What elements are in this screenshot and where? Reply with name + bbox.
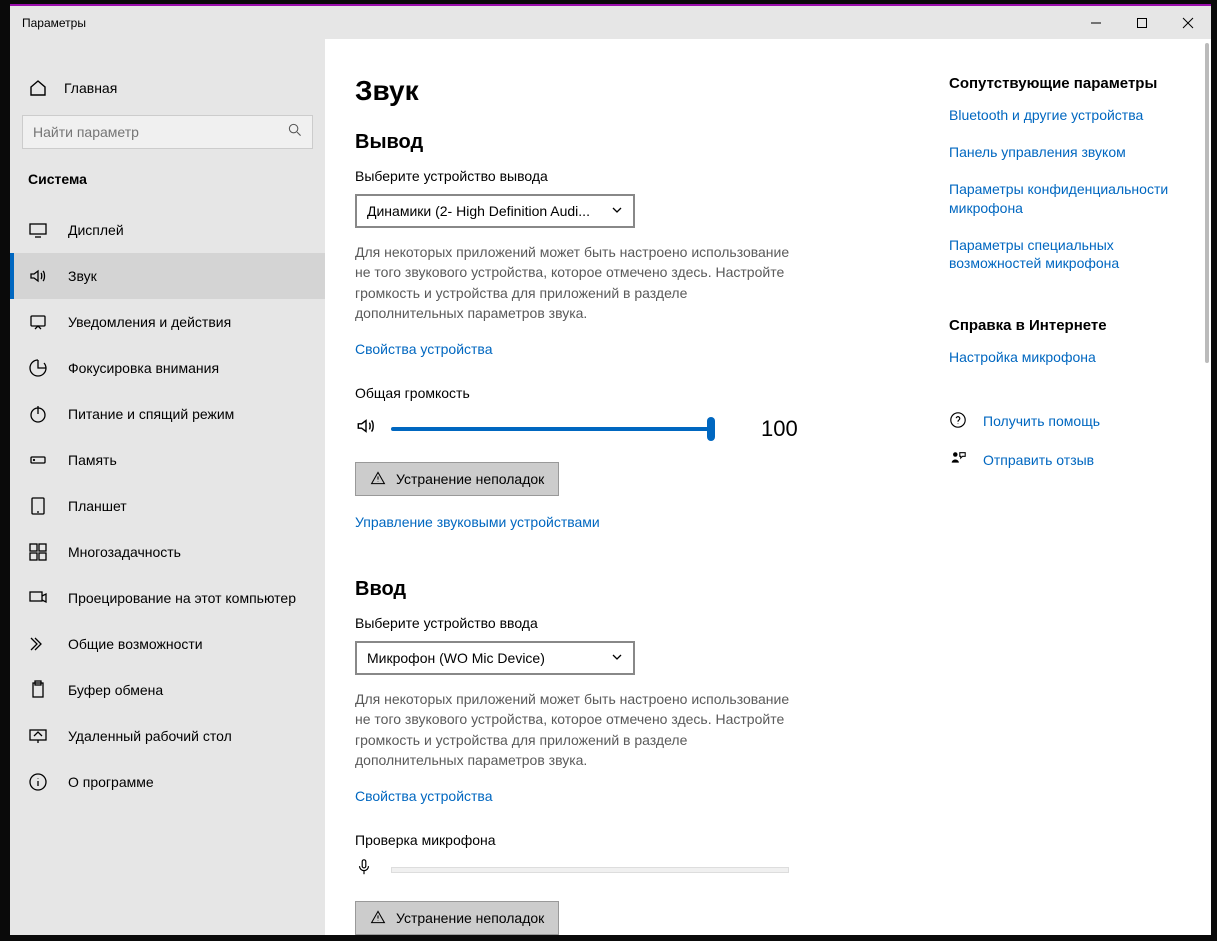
sidebar-item-shared[interactable]: Общие возможности [10,621,325,667]
sidebar-category: Система [10,155,325,199]
output-troubleshoot-button[interactable]: Устранение неполадок [355,462,559,496]
sound-icon [28,266,48,286]
nav-label: Проецирование на этот компьютер [68,590,296,606]
microphone-icon [355,858,373,881]
nav-label: Уведомления и действия [68,314,231,330]
nav-label: Общие возможности [68,636,203,652]
main-content: Звук Вывод Выберите устройство вывода Ди… [325,39,1211,935]
clipboard-icon [28,680,48,700]
project-icon [28,588,48,608]
home-icon [28,78,48,98]
notify-icon [28,312,48,332]
dropdown-value: Микрофон (WO Mic Device) [367,650,545,666]
settings-window: Параметры Главная [10,4,1211,935]
sidebar-item-remote[interactable]: Удаленный рабочий стол [10,713,325,759]
nav-label: О программе [68,774,154,790]
get-help-button[interactable]: Получить помощь [949,411,1189,432]
input-heading: Ввод [355,578,919,601]
sidebar-item-power[interactable]: Питание и спящий режим [10,391,325,437]
remote-icon [28,726,48,746]
multitask-icon [28,542,48,562]
nav-label: Звук [68,268,97,284]
input-description: Для некоторых приложений может быть наст… [355,689,795,770]
sidebar-item-clipboard[interactable]: Буфер обмена [10,667,325,713]
search-field[interactable] [33,124,280,140]
shared-icon [28,634,48,654]
titlebar: Параметры [10,6,1211,39]
nav-label: Многозадачность [68,544,181,560]
sidebar-item-display[interactable]: Дисплей [10,207,325,253]
volume-value: 100 [761,416,798,442]
button-label: Устранение неполадок [396,471,544,487]
storage-icon [28,450,48,470]
output-device-properties-link[interactable]: Свойства устройства [355,341,493,357]
feedback-label: Отправить отзыв [983,451,1094,470]
sidebar-item-focus[interactable]: Фокусировка внимания [10,345,325,391]
scrollbar[interactable] [1205,43,1209,363]
input-select-label: Выберите устройство ввода [355,615,919,631]
tablet-icon [28,496,48,516]
related-heading: Сопутствующие параметры [949,75,1189,92]
button-label: Устранение неполадок [396,910,544,926]
sidebar-item-tablet[interactable]: Планшет [10,483,325,529]
home-button[interactable]: Главная [10,67,325,109]
home-label: Главная [64,80,117,96]
maximize-button[interactable] [1119,6,1165,39]
feedback-button[interactable]: Отправить отзыв [949,450,1189,471]
sidebar-item-about[interactable]: О программе [10,759,325,805]
related-link-bluetooth[interactable]: Bluetooth и другие устройства [949,106,1189,125]
nav-label: Буфер обмена [68,682,163,698]
nav-label: Планшет [68,498,127,514]
sidebar-item-projecting[interactable]: Проецирование на этот компьютер [10,575,325,621]
chevron-down-icon [611,203,623,219]
warning-icon [370,909,386,928]
power-icon [28,404,48,424]
manage-output-devices-link[interactable]: Управление звуковыми устройствами [355,514,600,530]
focus-icon [28,358,48,378]
about-icon [28,772,48,792]
search-icon [288,123,302,142]
nav-label: Память [68,452,117,468]
chevron-down-icon [611,650,623,666]
sidebar-item-storage[interactable]: Память [10,437,325,483]
warning-icon [370,470,386,489]
web-link-mic-setup[interactable]: Настройка микрофона [949,348,1189,367]
input-troubleshoot-button[interactable]: Устранение неполадок [355,901,559,935]
sidebar-item-multitasking[interactable]: Многозадачность [10,529,325,575]
help-icon [949,411,967,432]
nav-label: Дисплей [68,222,124,238]
close-button[interactable] [1165,6,1211,39]
search-input[interactable] [22,115,313,149]
output-heading: Вывод [355,131,919,154]
input-device-properties-link[interactable]: Свойства устройства [355,788,493,804]
nav-label: Фокусировка внимания [68,360,219,376]
volume-label: Общая громкость [355,385,919,401]
help-label: Получить помощь [983,412,1100,431]
output-device-dropdown[interactable]: Динамики (2- High Definition Audi... [355,194,635,228]
sidebar-item-sound[interactable]: Звук [10,253,325,299]
related-link-mic-privacy[interactable]: Параметры конфиденциальности микрофона [949,180,1189,218]
related-link-mic-accessibility[interactable]: Параметры специальных возможностей микро… [949,236,1189,274]
related-link-sound-panel[interactable]: Панель управления звуком [949,143,1189,162]
input-device-dropdown[interactable]: Микрофон (WO Mic Device) [355,641,635,675]
output-description: Для некоторых приложений может быть наст… [355,242,795,323]
feedback-icon [949,450,967,471]
output-select-label: Выберите устройство вывода [355,168,919,184]
nav-label: Удаленный рабочий стол [68,728,232,744]
dropdown-value: Динамики (2- High Definition Audi... [367,203,590,219]
sidebar-item-notifications[interactable]: Уведомления и действия [10,299,325,345]
page-title: Звук [355,75,919,107]
window-title: Параметры [10,16,86,30]
web-help-heading: Справка в Интернете [949,317,1189,334]
sidebar: Главная Система Дисплей [10,39,325,935]
mic-level-meter [391,867,789,873]
right-rail: Сопутствующие параметры Bluetooth и друг… [949,75,1189,935]
display-icon [28,220,48,240]
speaker-icon [355,415,377,442]
nav-label: Питание и спящий режим [68,406,234,422]
mic-test-label: Проверка микрофона [355,832,919,848]
volume-slider[interactable] [391,417,711,441]
minimize-button[interactable] [1073,6,1119,39]
